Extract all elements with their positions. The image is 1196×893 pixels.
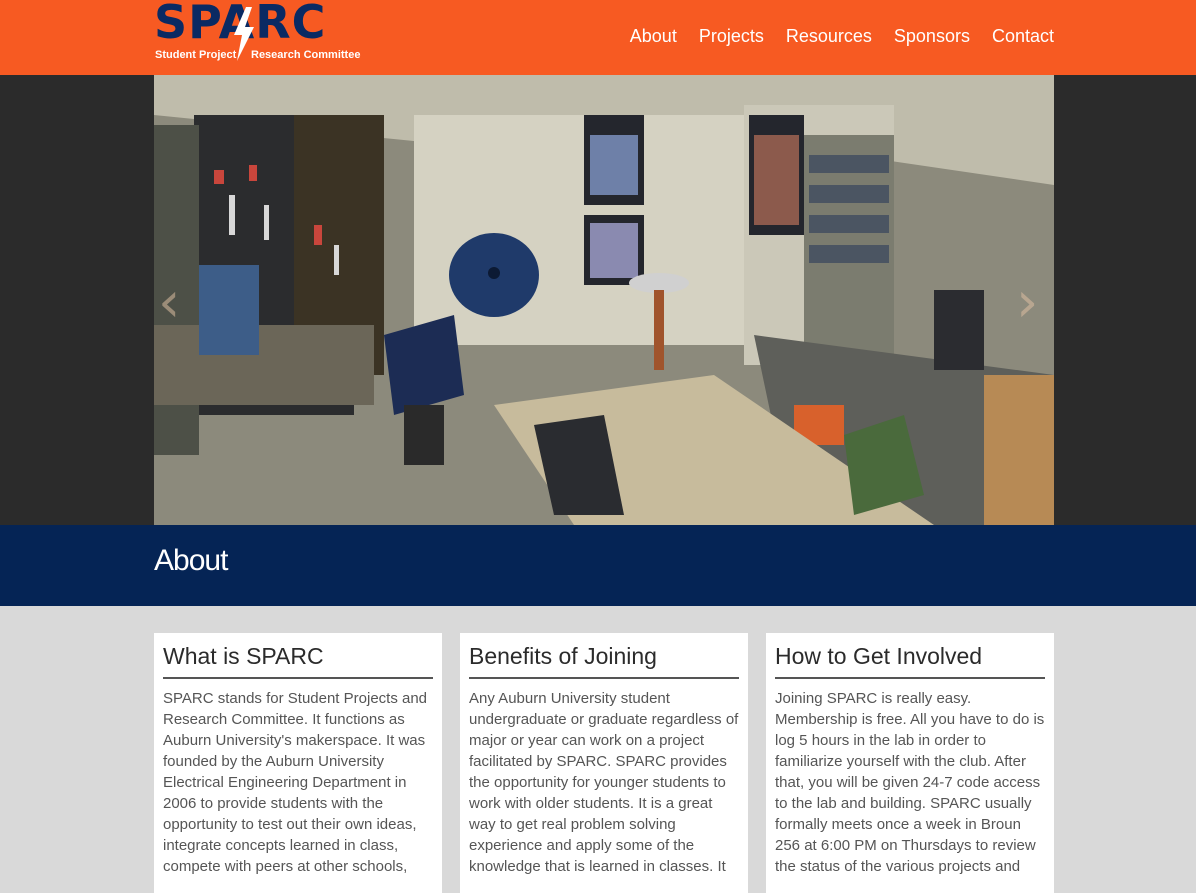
card-body: Joining SPARC is really easy. Membership… xyxy=(775,690,1045,875)
nav-contact[interactable]: Contact xyxy=(992,26,1054,47)
nav-resources[interactable]: Resources xyxy=(786,26,872,47)
sparc-logo[interactable]: SPARC Student Project Research Committee xyxy=(154,0,360,65)
lab-photo-carousel xyxy=(154,75,1054,525)
logo-subtitle-right: Research Committee xyxy=(251,49,361,61)
card-benefits-of-joining: Benefits of Joining Any Auburn Universit… xyxy=(460,633,748,893)
card-title: What is SPARC xyxy=(163,643,324,669)
card-divider xyxy=(163,677,433,679)
nav-projects[interactable]: Projects xyxy=(699,26,764,47)
card-how-to-get-involved: How to Get Involved Joining SPARC is rea… xyxy=(766,633,1054,893)
card-body: Any Auburn University student undergradu… xyxy=(469,690,739,875)
top-navbar: SPARC Student Project Research Committee… xyxy=(0,0,1196,75)
card-what-is-sparc: What is SPARC SPARC stands for Student P… xyxy=(154,633,442,893)
main-nav: About Projects Resources Sponsors Contac… xyxy=(630,26,1054,47)
carousel-next-button[interactable]: › xyxy=(1016,270,1038,335)
carousel-prev-button[interactable]: ‹ xyxy=(158,270,180,335)
nav-about[interactable]: About xyxy=(630,26,677,47)
card-body: SPARC stands for Student Projects and Re… xyxy=(163,690,428,875)
card-divider xyxy=(775,677,1045,679)
card-title: Benefits of Joining xyxy=(469,643,657,669)
about-heading: About xyxy=(154,544,228,577)
nav-sponsors[interactable]: Sponsors xyxy=(894,26,970,47)
card-divider xyxy=(469,677,739,679)
lab-photo xyxy=(154,75,1054,525)
card-title: How to Get Involved xyxy=(775,643,983,669)
logo-subtitle-left: Student Project xyxy=(155,49,237,61)
